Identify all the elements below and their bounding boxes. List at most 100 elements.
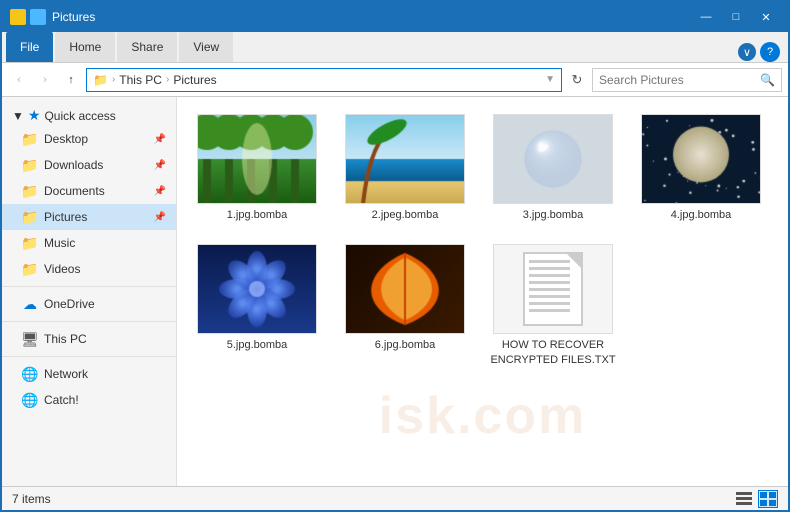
thumbnail-canvas: [197, 244, 317, 334]
sidebar-item-catch[interactable]: 🌐 Catch!: [2, 387, 176, 413]
txt-line: [529, 309, 570, 312]
onedrive-icon: ☁: [22, 296, 38, 312]
tab-file[interactable]: File: [6, 32, 53, 62]
file-item[interactable]: 5.jpg.bomba: [187, 237, 327, 374]
sidebar: ▼ ★ Quick access 📁 Desktop 📌 📁 Downloads…: [2, 97, 177, 486]
quick-access-star-icon: ★: [28, 107, 41, 124]
file-item[interactable]: 6.jpg.bomba: [335, 237, 475, 374]
pictures-folder-icon: 📁: [22, 209, 38, 225]
chevron-icon: ▼: [12, 109, 24, 123]
minimize-button[interactable]: —: [692, 7, 720, 27]
thumbnail-canvas: [197, 114, 317, 204]
title-bar-icons: [10, 9, 46, 25]
tab-share[interactable]: Share: [117, 32, 177, 62]
sidebar-item-label-thispc: This PC: [44, 332, 87, 346]
file-item[interactable]: 4.jpg.bomba: [631, 107, 771, 229]
grid-view-button[interactable]: [758, 490, 778, 508]
expand-ribbon-button[interactable]: ∨: [738, 43, 756, 61]
file-thumbnail: [493, 244, 613, 334]
maximize-button[interactable]: □: [722, 7, 750, 27]
path-icon: 📁: [93, 73, 108, 87]
path-separator-2: ›: [166, 74, 169, 85]
sidebar-divider-2: [2, 321, 176, 322]
txt-line: [529, 288, 570, 291]
search-input[interactable]: [599, 73, 760, 87]
txt-line: [529, 274, 570, 277]
videos-folder-icon: 📁: [22, 261, 38, 277]
thumbnail-canvas: [641, 114, 761, 204]
file-thumbnail: [197, 244, 317, 334]
path-thispc: This PC: [119, 73, 162, 87]
thumbnail-canvas: [493, 114, 613, 204]
app-icon-blue: [30, 9, 46, 25]
sidebar-item-videos[interactable]: 📁 Videos: [2, 256, 176, 282]
address-path[interactable]: 📁 › This PC › Pictures ▼: [86, 68, 562, 92]
back-button[interactable]: ‹: [8, 69, 30, 91]
file-thumbnail: [345, 244, 465, 334]
files-grid: 1.jpg.bomba 2.jpeg.bomba 3.jpg.bomba 4.jpg.…: [187, 107, 778, 374]
music-folder-icon: 📁: [22, 235, 38, 251]
sidebar-item-thispc[interactable]: 🖥 This PC: [2, 326, 176, 352]
tab-home[interactable]: Home: [55, 32, 115, 62]
sidebar-item-onedrive[interactable]: ☁ OneDrive: [2, 291, 176, 317]
sidebar-item-documents[interactable]: 📁 Documents 📌: [2, 178, 176, 204]
close-button[interactable]: ✕: [752, 7, 780, 27]
search-box[interactable]: 🔍: [592, 68, 782, 92]
txt-line: [529, 281, 570, 284]
file-name: 2.jpeg.bomba: [372, 208, 439, 222]
sidebar-item-label-desktop: Desktop: [44, 132, 88, 146]
sidebar-item-desktop[interactable]: 📁 Desktop 📌: [2, 126, 176, 152]
file-thumbnail: [197, 114, 317, 204]
path-dropdown-icon[interactable]: ▼: [545, 74, 555, 85]
thumbnail-canvas: [345, 244, 465, 334]
sidebar-item-label-catch: Catch!: [44, 393, 79, 407]
file-item[interactable]: HOW TO RECOVER ENCRYPTED FILES.TXT: [483, 237, 623, 374]
pin-icon-downloads: 📌: [154, 160, 166, 171]
file-item[interactable]: 2.jpeg.bomba: [335, 107, 475, 229]
tab-view[interactable]: View: [179, 32, 233, 62]
file-thumbnail: [493, 114, 613, 204]
ribbon-tabs: File Home Share View ∨ ?: [2, 32, 788, 62]
thispc-icon: 🖥: [22, 331, 38, 347]
file-name: HOW TO RECOVER ENCRYPTED FILES.TXT: [490, 338, 616, 367]
txt-line: [529, 302, 570, 305]
file-name: 4.jpg.bomba: [671, 208, 732, 222]
refresh-button[interactable]: ↻: [566, 69, 588, 91]
quick-access-label: Quick access: [44, 109, 115, 123]
file-name: 3.jpg.bomba: [523, 208, 584, 222]
sidebar-item-label-downloads: Downloads: [44, 158, 103, 172]
help-button[interactable]: ?: [760, 42, 780, 62]
sidebar-divider-1: [2, 286, 176, 287]
sidebar-item-downloads[interactable]: 📁 Downloads 📌: [2, 152, 176, 178]
app-icon-yellow: [10, 9, 26, 25]
file-name: 1.jpg.bomba: [227, 208, 288, 222]
up-button[interactable]: ↑: [60, 69, 82, 91]
pin-icon-documents: 📌: [154, 186, 166, 197]
sidebar-section-quick-access[interactable]: ▼ ★ Quick access: [2, 101, 176, 126]
sidebar-item-pictures[interactable]: 📁 Pictures 📌: [2, 204, 176, 230]
file-item[interactable]: 1.jpg.bomba: [187, 107, 327, 229]
file-item[interactable]: 3.jpg.bomba: [483, 107, 623, 229]
network-icon: 🌐: [22, 366, 38, 382]
file-name: 5.jpg.bomba: [227, 338, 288, 352]
sidebar-item-music[interactable]: 📁 Music: [2, 230, 176, 256]
sidebar-item-label-pictures: Pictures: [44, 210, 87, 224]
path-pictures: Pictures: [173, 73, 216, 87]
sidebar-divider-3: [2, 356, 176, 357]
window-title: Pictures: [52, 10, 692, 24]
documents-folder-icon: 📁: [22, 183, 38, 199]
sidebar-item-label-network: Network: [44, 367, 88, 381]
catch-icon: 🌐: [22, 392, 38, 408]
window-controls: — □ ✕: [692, 7, 780, 27]
search-icon: 🔍: [760, 73, 775, 87]
list-view-button[interactable]: [734, 490, 754, 508]
sidebar-item-network[interactable]: 🌐 Network: [2, 361, 176, 387]
sidebar-item-label-videos: Videos: [44, 262, 80, 276]
sidebar-item-label-onedrive: OneDrive: [44, 297, 95, 311]
ribbon: File Home Share View ∨ ?: [2, 32, 788, 63]
txt-line: [529, 267, 570, 270]
address-bar: ‹ › ↑ 📁 › This PC › Pictures ▼ ↻ 🔍: [2, 63, 788, 97]
txt-file-icon: [523, 252, 583, 326]
status-count: 7 items: [12, 492, 51, 506]
forward-button[interactable]: ›: [34, 69, 56, 91]
